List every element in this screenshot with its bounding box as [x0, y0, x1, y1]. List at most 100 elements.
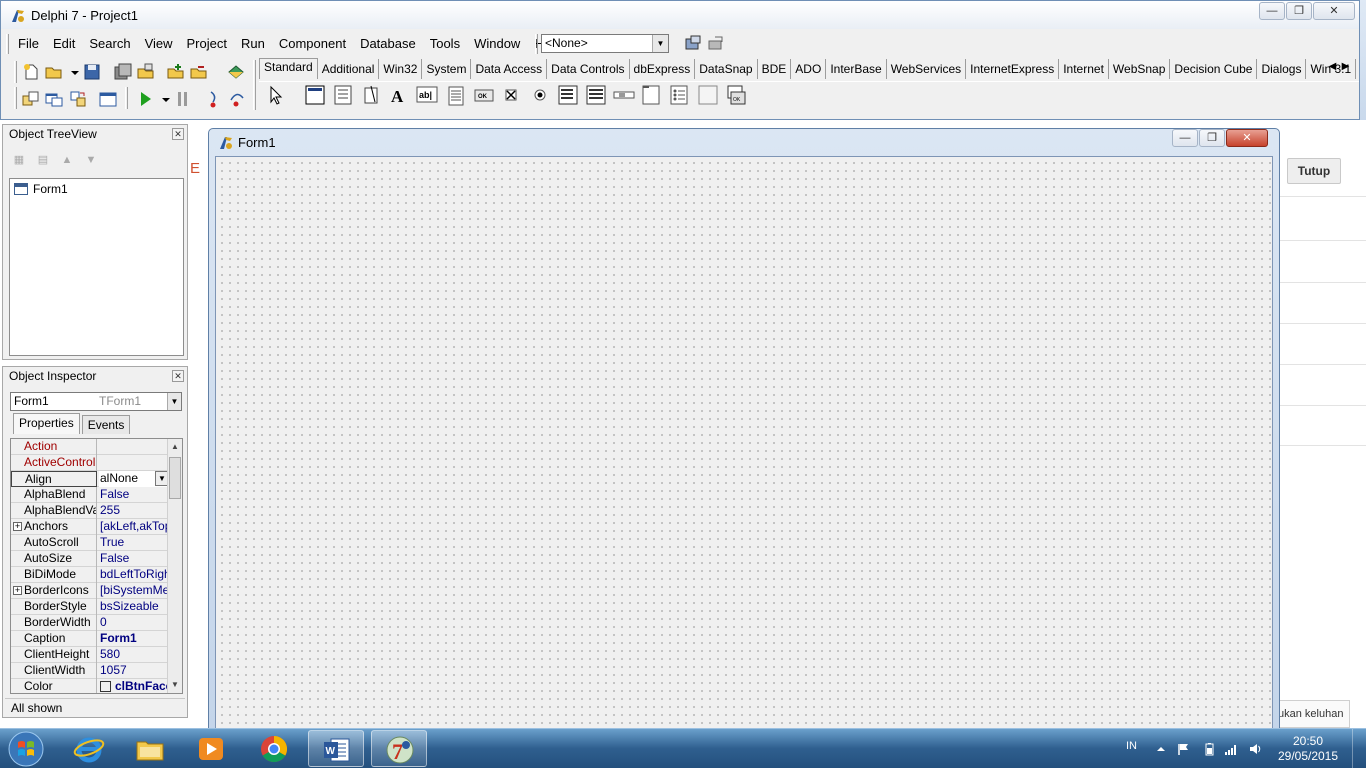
show-hidden-icons-icon[interactable] [1154, 742, 1168, 756]
menu-run[interactable]: Run [234, 32, 272, 56]
palette-tab-bde[interactable]: BDE [758, 59, 792, 79]
property-row[interactable]: AlphaBlendValue 255 [11, 503, 169, 519]
checkbox-icon[interactable] [505, 89, 517, 101]
menu-database[interactable]: Database [353, 32, 423, 56]
pause-button[interactable] [172, 88, 194, 110]
property-row[interactable]: ClientHeight 580 [11, 647, 169, 663]
palette-tab-decision-cube[interactable]: Decision Cube [1170, 59, 1258, 79]
menu-tools[interactable]: Tools [423, 32, 467, 56]
step-over-button[interactable] [226, 88, 248, 110]
property-value-color[interactable]: clBtnFace [99, 679, 169, 693]
open-button[interactable] [43, 61, 65, 83]
tree-node-form1[interactable]: Form1 [14, 182, 68, 196]
open-project-button[interactable] [135, 61, 157, 83]
button-icon[interactable]: OK [474, 89, 494, 102]
object-selector-combo[interactable]: Form1 TForm1 ▼ [10, 392, 182, 411]
property-value[interactable]: bsSizeable [99, 599, 169, 615]
property-value[interactable]: 0 [99, 615, 169, 631]
property-value[interactable]: False [99, 487, 169, 503]
form-design-surface[interactable] [215, 156, 1273, 731]
new-form-button[interactable] [97, 88, 119, 110]
save-button[interactable] [81, 61, 103, 83]
taskbar-app-media-player[interactable] [183, 730, 239, 767]
property-value[interactable] [99, 455, 169, 471]
close-icon[interactable]: ✕ [172, 370, 184, 382]
desktop-config-combo[interactable]: <None> ▼ [541, 34, 669, 53]
palette-tab-ado[interactable]: ADO [791, 59, 827, 79]
property-row[interactable]: Color clBtnFace [11, 679, 169, 693]
volume-icon[interactable] [1248, 742, 1262, 756]
radio-button-icon[interactable] [534, 89, 546, 101]
property-value[interactable]: 255 [99, 503, 169, 519]
close-icon[interactable]: ✕ [172, 128, 184, 140]
property-value-editor[interactable]: alNone ▼ [99, 471, 169, 487]
tab-events[interactable]: Events [81, 415, 131, 434]
taskbar-app-internet-explorer[interactable] [61, 730, 117, 767]
debug-toolbar-grip[interactable] [125, 87, 128, 109]
property-value[interactable]: bdLeftToRight [99, 567, 169, 583]
palette-tab-internet[interactable]: Internet [1059, 59, 1109, 79]
scroll-left-icon[interactable]: ◀ [1326, 59, 1339, 75]
standard-toolbar-grip[interactable] [14, 61, 17, 83]
palette-tab-datasnap[interactable]: DataSnap [695, 59, 758, 79]
property-row[interactable]: + BorderIcons [biSystemMen [11, 583, 169, 599]
palette-tab-data-access[interactable]: Data Access [471, 59, 548, 79]
palette-tab-win32[interactable]: Win32 [379, 59, 423, 79]
taskbar-app-word[interactable]: W [308, 730, 364, 767]
run-dropdown-button[interactable] [155, 88, 170, 110]
ide-title-bar[interactable]: Delphi 7 - Project1 — ❐ ✕ [1, 1, 1359, 29]
taskbar-app-delphi[interactable]: 7 [371, 730, 427, 767]
scrollbar-icon[interactable] [613, 91, 635, 99]
debug-desktop-button[interactable] [705, 33, 727, 55]
property-row[interactable]: Action [11, 439, 169, 455]
chevron-down-icon[interactable]: ▼ [167, 393, 181, 410]
palette-tab-internetexpress[interactable]: InternetExpress [966, 59, 1060, 79]
scroll-right-icon[interactable]: ▶ [1339, 59, 1352, 75]
property-value[interactable]: [akLeft,akTop [99, 519, 169, 535]
close-button[interactable]: ✕ [1313, 2, 1355, 20]
background-feedback-tab[interactable]: ukan keluhan [1270, 700, 1350, 728]
minimize-button[interactable]: — [1259, 2, 1285, 20]
property-row[interactable]: BorderWidth 0 [11, 615, 169, 631]
toggle-form-unit-button[interactable] [67, 88, 89, 110]
palette-tab-additional[interactable]: Additional [318, 59, 380, 79]
property-row[interactable]: Align alNone ▼ [11, 471, 169, 487]
delete-item-icon[interactable]: ▤ [33, 151, 53, 169]
start-button[interactable] [6, 730, 46, 768]
palette-tab-websnap[interactable]: WebSnap [1109, 59, 1171, 79]
property-row[interactable]: AlphaBlend False [11, 487, 169, 503]
taskbar-clock[interactable]: 20:50 29/05/2015 [1270, 734, 1346, 764]
palette-tab-data-controls[interactable]: Data Controls [547, 59, 630, 79]
frames-icon[interactable] [305, 85, 325, 105]
property-value[interactable]: 580 [99, 647, 169, 663]
listbox-icon[interactable] [558, 85, 578, 105]
menu-search[interactable]: Search [82, 32, 137, 56]
radiogroup-icon[interactable] [670, 85, 688, 105]
scroll-up-icon[interactable]: ▲ [168, 440, 182, 454]
property-value[interactable]: False [99, 551, 169, 567]
action-center-flag-icon[interactable] [1176, 742, 1190, 756]
close-button[interactable]: ✕ [1226, 129, 1268, 147]
maximize-button[interactable]: ❐ [1199, 129, 1225, 147]
combobox-icon[interactable] [586, 85, 606, 105]
label-icon[interactable]: A [391, 87, 404, 106]
menubar-grip[interactable] [6, 34, 9, 54]
trace-into-button[interactable] [203, 88, 225, 110]
property-grid-scrollbar[interactable]: ▲ ▼ [167, 439, 182, 693]
property-row[interactable]: AutoSize False [11, 551, 169, 567]
property-row[interactable]: ClientWidth 1057 [11, 663, 169, 679]
view-unit-button[interactable] [20, 88, 42, 110]
language-indicator[interactable]: IN [1126, 740, 1137, 752]
taskbar-app-file-explorer[interactable] [122, 730, 178, 767]
menu-window[interactable]: Window [467, 32, 527, 56]
palette-tab-dbexpress[interactable]: dbExpress [630, 59, 696, 79]
minimize-button[interactable]: — [1172, 129, 1198, 147]
groupbox-icon[interactable] [642, 85, 660, 105]
property-value[interactable]: 1057 [99, 663, 169, 679]
menu-file[interactable]: File [11, 32, 46, 56]
property-value[interactable] [99, 439, 169, 455]
property-row[interactable]: + Anchors [akLeft,akTop [11, 519, 169, 535]
background-tutup-button[interactable]: Tutup [1287, 158, 1341, 184]
property-row[interactable]: BiDiMode bdLeftToRight [11, 567, 169, 583]
scroll-down-icon[interactable]: ▼ [168, 678, 182, 692]
